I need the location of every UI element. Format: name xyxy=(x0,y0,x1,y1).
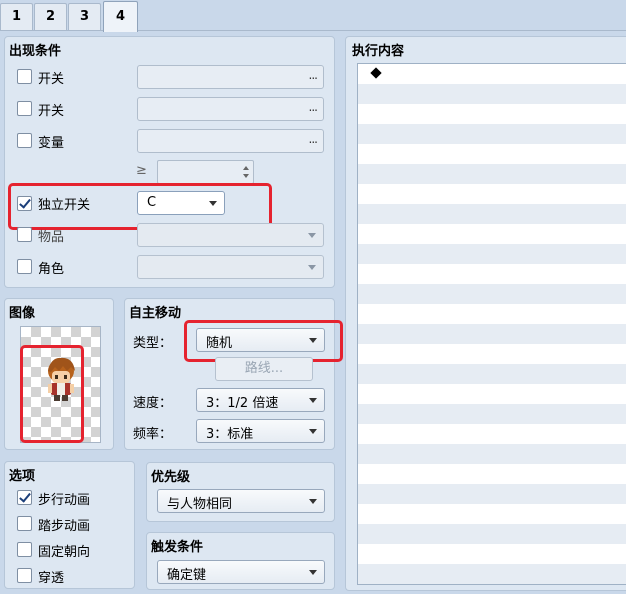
frequency-value: 3：标准 xyxy=(206,427,254,442)
list-item[interactable] xyxy=(358,464,626,484)
image-title: 图像 xyxy=(9,306,36,321)
stepping-anim-checkbox[interactable] xyxy=(17,516,32,531)
tab-4[interactable]: 4 xyxy=(103,1,138,32)
list-item[interactable] xyxy=(358,144,626,164)
chevron-down-icon xyxy=(308,265,316,270)
list-item[interactable] xyxy=(358,264,626,284)
list-item[interactable] xyxy=(358,424,626,444)
switch1-field[interactable]: ... xyxy=(137,65,324,89)
list-item[interactable] xyxy=(358,364,626,384)
list-item[interactable] xyxy=(358,584,626,585)
speed-select[interactable]: 3：1/2 倍速 xyxy=(196,388,325,412)
spin-down-icon[interactable] xyxy=(243,174,249,178)
switch1-label: 开关 xyxy=(38,72,65,87)
chevron-down-icon xyxy=(309,398,317,403)
trigger-value: 确定键 xyxy=(167,568,207,583)
list-item[interactable] xyxy=(358,524,626,544)
frequency-select[interactable]: 3：标准 xyxy=(196,419,325,443)
trigger-select[interactable]: 确定键 xyxy=(157,560,325,584)
list-item[interactable] xyxy=(358,184,626,204)
walking-anim-label: 步行动画 xyxy=(38,493,91,508)
priority-title: 优先级 xyxy=(151,470,191,485)
actor-label: 角色 xyxy=(38,262,65,277)
frequency-label: 频率： xyxy=(133,427,173,442)
options-title: 选项 xyxy=(9,469,36,484)
list-item[interactable] xyxy=(358,304,626,324)
item-select[interactable] xyxy=(137,223,324,247)
stepping-anim-label: 踏步动画 xyxy=(38,519,91,534)
list-item[interactable] xyxy=(358,244,626,264)
conditions-title: 出现条件 xyxy=(9,44,62,59)
tab-2[interactable]: 2 xyxy=(34,3,67,30)
list-item[interactable] xyxy=(358,64,626,84)
variable-value-spinner[interactable] xyxy=(157,160,254,184)
chevron-down-icon xyxy=(309,570,317,575)
through-label: 穿透 xyxy=(38,571,65,586)
switch2-browse-button[interactable]: ... xyxy=(309,100,319,114)
tab-bar: 1 2 3 4 xyxy=(0,0,626,32)
list-item[interactable] xyxy=(358,204,626,224)
actor-select[interactable] xyxy=(137,255,324,279)
direction-fix-label: 固定朝向 xyxy=(38,545,91,560)
route-button[interactable]: 路线... xyxy=(215,357,313,381)
list-item[interactable] xyxy=(358,164,626,184)
list-item[interactable] xyxy=(358,324,626,344)
chevron-down-icon xyxy=(308,233,316,238)
list-item[interactable] xyxy=(358,444,626,464)
through-checkbox[interactable] xyxy=(17,568,32,583)
autonomous-title: 自主移动 xyxy=(129,306,182,321)
list-item[interactable] xyxy=(358,344,626,364)
list-item[interactable] xyxy=(358,284,626,304)
contents-title: 执行内容 xyxy=(352,44,405,59)
priority-select[interactable]: 与人物相同 xyxy=(157,489,325,513)
item-checkbox[interactable] xyxy=(17,227,32,242)
tab-1[interactable]: 1 xyxy=(0,3,33,30)
switch2-label: 开关 xyxy=(38,104,65,119)
event-commands-list[interactable] xyxy=(357,63,626,585)
list-item[interactable] xyxy=(358,104,626,124)
actor-checkbox[interactable] xyxy=(17,259,32,274)
switch2-field[interactable]: ... xyxy=(137,97,324,121)
command-marker-icon xyxy=(370,67,382,79)
priority-value: 与人物相同 xyxy=(167,497,233,512)
switch1-checkbox[interactable] xyxy=(17,69,32,84)
variable-browse-button[interactable]: ... xyxy=(309,132,319,146)
list-item[interactable] xyxy=(358,224,626,244)
variable-label: 变量 xyxy=(38,136,65,151)
direction-fix-checkbox[interactable] xyxy=(17,542,32,557)
list-item[interactable] xyxy=(358,124,626,144)
chevron-down-icon xyxy=(309,499,317,504)
item-label: 物品 xyxy=(38,230,65,245)
highlight-image xyxy=(20,345,84,443)
list-item[interactable] xyxy=(358,564,626,584)
list-item[interactable] xyxy=(358,504,626,524)
variable-checkbox[interactable] xyxy=(17,133,32,148)
switch1-browse-button[interactable]: ... xyxy=(309,68,319,82)
variable-field[interactable]: ... xyxy=(137,129,324,153)
chevron-down-icon xyxy=(309,429,317,434)
list-item[interactable] xyxy=(358,84,626,104)
variable-operator: ≥ xyxy=(136,163,147,178)
move-type-label: 类型： xyxy=(133,336,173,351)
trigger-title: 触发条件 xyxy=(151,540,204,555)
list-item[interactable] xyxy=(358,404,626,424)
speed-label: 速度： xyxy=(133,396,173,411)
list-item[interactable] xyxy=(358,544,626,564)
speed-value: 3：1/2 倍速 xyxy=(206,396,279,411)
switch2-checkbox[interactable] xyxy=(17,101,32,116)
walking-anim-checkbox[interactable] xyxy=(17,490,32,505)
spin-up-icon[interactable] xyxy=(243,166,249,170)
tab-3[interactable]: 3 xyxy=(68,3,101,30)
highlight-move-type xyxy=(184,320,343,362)
list-item[interactable] xyxy=(358,484,626,504)
list-item[interactable] xyxy=(358,384,626,404)
